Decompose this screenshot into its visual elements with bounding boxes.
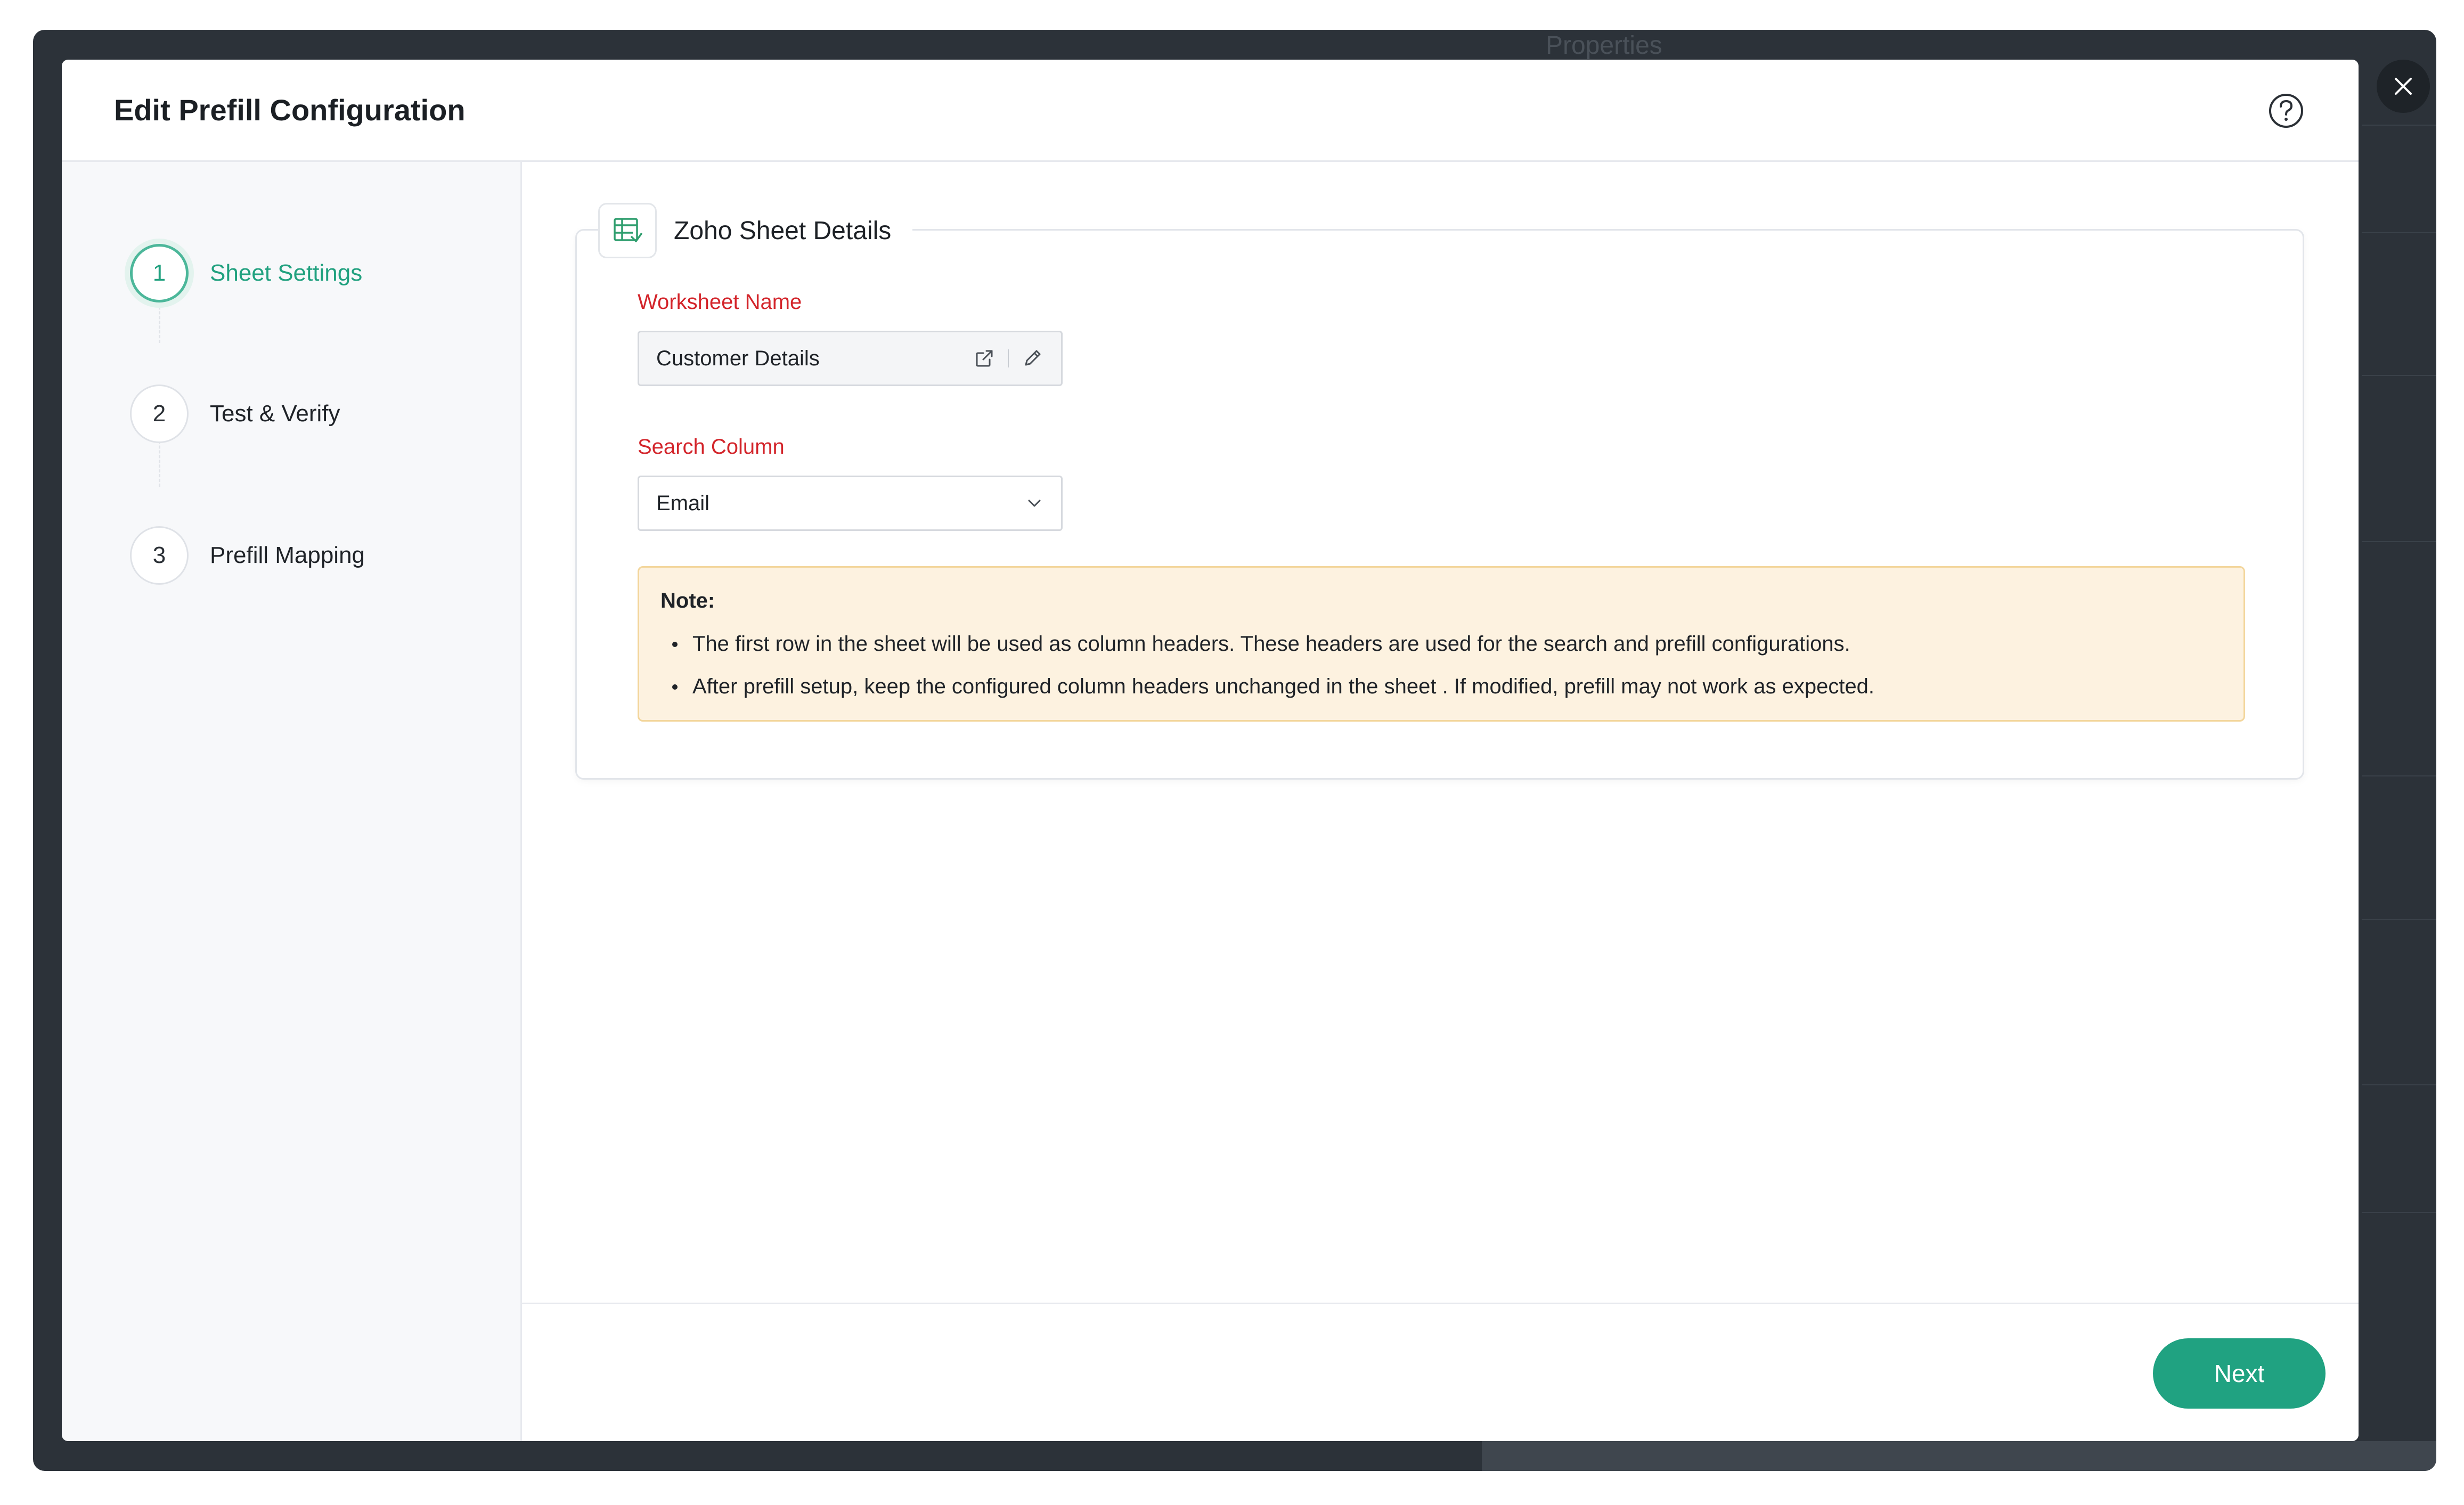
step-label: Test & Verify: [210, 400, 340, 427]
search-column-label: Search Column: [638, 435, 785, 459]
background-divider: [2362, 1084, 2436, 1085]
action-separator: [1008, 349, 1009, 367]
stepper-sidebar: 1 Sheet Settings 2 Test & Verify 3 Prefi…: [62, 162, 522, 1441]
card-header: Zoho Sheet Details: [598, 203, 913, 258]
step-label: Prefill Mapping: [210, 542, 365, 568]
step-sheet-settings[interactable]: 1 Sheet Settings: [130, 244, 362, 302]
properties-panel-title: Properties: [1546, 31, 1662, 60]
open-worksheet-button[interactable]: [973, 347, 996, 370]
background-strip: [1482, 1441, 2436, 1471]
worksheet-name-field: Customer Details: [638, 331, 1063, 386]
external-link-icon: [976, 350, 993, 367]
close-icon: [2395, 78, 2412, 95]
card-title: Zoho Sheet Details: [674, 216, 892, 245]
modal-header: Edit Prefill Configuration: [62, 60, 2359, 162]
search-column-value: Email: [656, 491, 710, 515]
background-divider: [2362, 125, 2436, 126]
background-divider: [2362, 775, 2436, 776]
prefill-configuration-modal: Edit Prefill Configuration 1 Sheet Setti…: [62, 60, 2359, 1441]
worksheet-name-label: Worksheet Name: [638, 290, 802, 314]
main-content: Zoho Sheet Details Worksheet Name Custom…: [522, 162, 2359, 1441]
search-column-select[interactable]: Email: [638, 476, 1063, 531]
next-button[interactable]: Next: [2153, 1338, 2326, 1409]
sheet-icon-box: [598, 203, 657, 258]
modal-title: Edit Prefill Configuration: [114, 93, 466, 127]
background-divider: [2362, 1212, 2436, 1213]
close-button[interactable]: [2377, 60, 2430, 113]
chevron-down-icon: [1028, 500, 1041, 507]
note-title: Note:: [660, 589, 715, 612]
background-divider: [2362, 541, 2436, 542]
background-divider: [2362, 375, 2436, 376]
step-prefill-mapping[interactable]: 3 Prefill Mapping: [130, 526, 365, 585]
note-item: After prefill setup, keep the configured…: [660, 665, 2222, 708]
note-list: The first row in the sheet will be used …: [660, 623, 2222, 708]
spreadsheet-icon: [614, 218, 642, 242]
worksheet-name-value: Customer Details: [656, 346, 820, 370]
step-number: 3: [130, 526, 189, 585]
step-label: Sheet Settings: [210, 260, 363, 286]
pencil-icon: [1025, 350, 1041, 366]
help-icon[interactable]: [2268, 93, 2304, 129]
step-test-verify[interactable]: 2 Test & Verify: [130, 385, 340, 443]
step-number: 1: [130, 244, 189, 302]
sheet-details-card: Zoho Sheet Details Worksheet Name Custom…: [575, 203, 2304, 780]
note-box: Note: The first row in the sheet will be…: [638, 566, 2245, 722]
edit-worksheet-button[interactable]: [1021, 347, 1044, 370]
background-divider: [2362, 919, 2436, 920]
step-number: 2: [130, 385, 189, 443]
modal-footer: Next: [522, 1303, 2359, 1441]
background-divider: [2362, 232, 2436, 233]
worksheet-actions: [973, 347, 1044, 370]
note-item: The first row in the sheet will be used …: [660, 623, 2222, 665]
